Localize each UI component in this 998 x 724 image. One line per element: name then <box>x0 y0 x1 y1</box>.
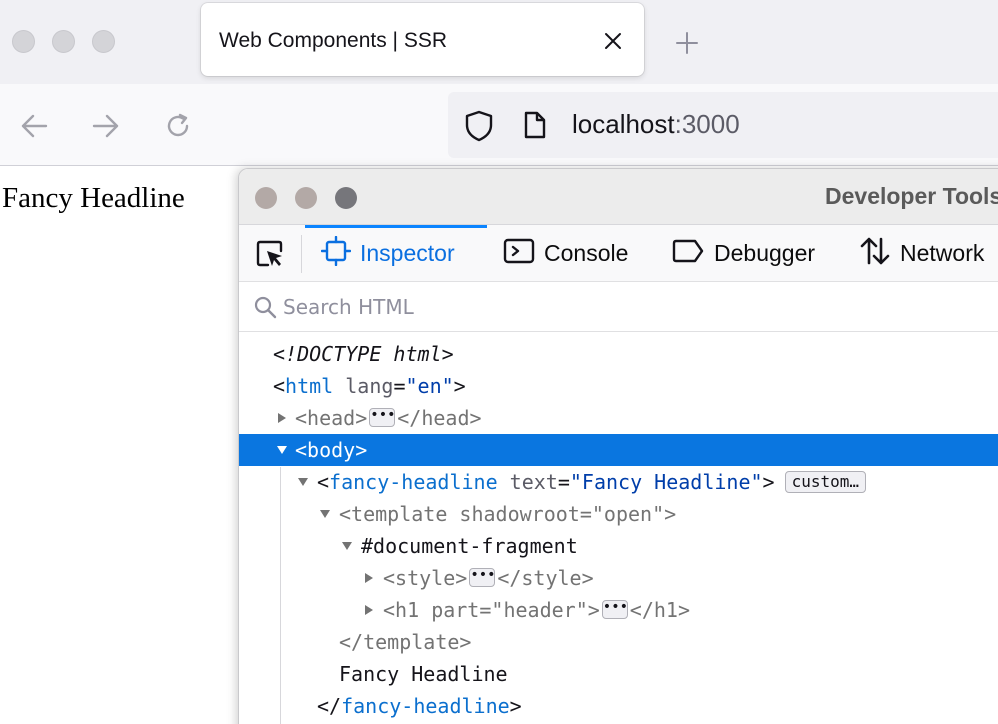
tab-inspector-label: Inspector <box>360 240 455 266</box>
back-icon[interactable] <box>16 108 52 144</box>
html-tag-name: html <box>285 374 334 398</box>
tree-row-head[interactable]: <head> •••</head> <box>239 402 998 434</box>
doctype-node: <!DOCTYPE html> <box>273 342 454 366</box>
tab-debugger-label: Debugger <box>714 240 816 266</box>
collapse-triangle-icon[interactable] <box>318 498 332 530</box>
fancy-attr-value: "Fancy Headline" <box>569 470 763 494</box>
page-headline: Fancy Headline <box>2 182 185 214</box>
body-tag-name: body <box>307 438 356 462</box>
tracking-protection-shield-icon[interactable] <box>464 110 494 147</box>
html-attr-name: lang <box>345 374 394 398</box>
url-text[interactable]: localhost:3000 <box>572 109 740 140</box>
search-html-input[interactable] <box>283 292 883 322</box>
h1-tag-name: h1 <box>395 598 420 622</box>
tab-inspector[interactable]: Inspector <box>320 225 455 282</box>
tab-network[interactable]: Network <box>859 225 984 282</box>
h1-close-tag: </h1> <box>629 598 690 622</box>
tree-row-template-close[interactable]: </template> <box>239 626 998 658</box>
tree-row-fancy-headline[interactable]: <fancy-headline text="Fancy Headline"> cu… <box>239 466 998 498</box>
tab-debugger[interactable]: Debugger <box>671 225 815 282</box>
tab-console-label: Console <box>544 240 629 266</box>
devtools-zoom-light[interactable] <box>335 187 357 209</box>
fancy-attr-name: text <box>509 470 558 494</box>
h1-attr-name: part <box>431 598 480 622</box>
tab-strip: Web Components | SSR <box>0 0 998 84</box>
tree-row-body[interactable]: <body> <box>239 434 998 466</box>
console-icon <box>503 236 535 272</box>
search-icon <box>253 295 277 324</box>
devtools-titlebar: Developer Tools <box>239 169 998 225</box>
tree-row-template[interactable]: <template shadowroot="open"> <box>239 498 998 530</box>
new-tab-icon[interactable] <box>672 28 702 58</box>
tab-network-label: Network <box>900 240 985 266</box>
fancy-headline-close-tag-name: fancy-headline <box>341 694 510 718</box>
tab-title: Web Components | SSR <box>219 29 448 52</box>
template-close-tag: </template> <box>339 630 472 654</box>
url-port: :3000 <box>674 109 740 139</box>
tree-row-style[interactable]: <style> •••</style> <box>239 562 998 594</box>
devtools-minimize-light[interactable] <box>295 187 317 209</box>
collapse-triangle-icon[interactable] <box>340 530 354 562</box>
browser-tab[interactable]: Web Components | SSR <box>201 3 644 76</box>
reload-icon[interactable] <box>160 108 196 144</box>
tree-row-html[interactable]: <html lang="en"> <box>239 370 998 402</box>
debugger-icon <box>671 236 705 272</box>
toolbar-separator <box>301 235 302 273</box>
element-picker-icon[interactable] <box>253 237 287 271</box>
html-attr-value: "en" <box>405 374 454 398</box>
head-tag-name: head <box>307 406 356 430</box>
template-tag-name: template <box>351 502 448 526</box>
html-search-bar <box>239 282 998 332</box>
h1-attr-value: "header" <box>491 598 588 622</box>
tree-row-fancy-headline-close[interactable]: </fancy-headline> <box>239 690 998 722</box>
expand-triangle-icon[interactable] <box>362 562 376 594</box>
window-zoom-light[interactable] <box>92 30 115 53</box>
tree-row-h1[interactable]: <h1 part="header"> •••</h1> <box>239 594 998 626</box>
close-tab-icon[interactable] <box>599 27 627 55</box>
head-close-tag: </head> <box>397 406 482 430</box>
devtools-title: Developer Tools <box>825 183 998 209</box>
window-close-light[interactable] <box>12 30 35 53</box>
expand-triangle-icon[interactable] <box>362 594 376 626</box>
network-icon <box>859 235 891 273</box>
collapsed-content-button[interactable]: ••• <box>601 600 628 619</box>
collapse-triangle-icon[interactable] <box>296 466 310 498</box>
tree-row-doctype[interactable]: <!DOCTYPE html> <box>239 338 998 370</box>
style-close-tag: </style> <box>497 566 594 590</box>
expand-triangle-icon[interactable] <box>275 402 289 434</box>
inspector-icon <box>320 235 352 272</box>
url-host: localhost <box>572 109 675 139</box>
window-minimize-light[interactable] <box>52 30 75 53</box>
style-tag-name: style <box>395 566 456 590</box>
template-attr-value: "open" <box>591 502 665 526</box>
collapsed-content-button[interactable]: ••• <box>469 568 496 587</box>
tree-row-text-node[interactable]: Fancy Headline <box>239 658 998 690</box>
url-bar[interactable]: localhost:3000 <box>448 92 998 158</box>
text-node: Fancy Headline <box>339 662 508 686</box>
devtools-window: Developer Tools Inspector Console Debugg… <box>238 168 998 724</box>
tree-row-document-fragment[interactable]: #document-fragment <box>239 530 998 562</box>
navigation-toolbar: localhost:3000 <box>0 84 998 166</box>
document-fragment-node: #document-fragment <box>361 534 578 558</box>
forward-icon[interactable] <box>88 108 124 144</box>
tab-console[interactable]: Console <box>503 225 628 282</box>
devtools-toolbar: Inspector Console Debugger Network <box>239 225 998 282</box>
devtools-close-light[interactable] <box>255 187 277 209</box>
template-attr-name: shadowroot <box>459 502 580 526</box>
collapsed-content-button[interactable]: ••• <box>369 408 396 427</box>
custom-element-badge[interactable]: custom… <box>784 470 867 493</box>
page-info-icon[interactable] <box>522 110 548 145</box>
fancy-headline-tag-name: fancy-headline <box>329 470 498 494</box>
collapse-triangle-icon[interactable] <box>275 434 289 466</box>
